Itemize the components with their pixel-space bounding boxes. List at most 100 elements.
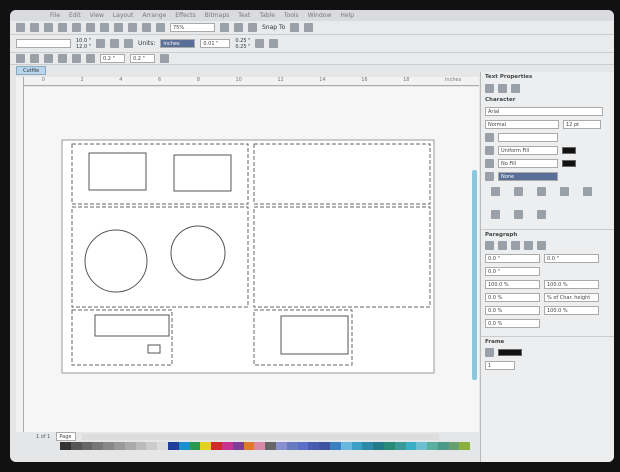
color-swatch[interactable]	[60, 442, 71, 450]
color-swatch[interactable]	[362, 442, 374, 450]
ligature-icon[interactable]	[583, 187, 592, 196]
font-size-dropdown[interactable]: 12 pt	[563, 120, 601, 129]
paper-size-dropdown[interactable]	[16, 39, 71, 48]
character-tab-icon[interactable]	[485, 84, 494, 93]
tool-icon[interactable]	[16, 54, 25, 63]
color-swatch[interactable]	[167, 442, 179, 450]
color-swatch[interactable]	[243, 442, 255, 450]
menu-table[interactable]: Table	[259, 12, 275, 19]
background-fill-dropdown[interactable]: No Fill	[498, 159, 558, 168]
color-swatch[interactable]	[211, 442, 222, 450]
swash-icon[interactable]	[491, 210, 500, 219]
color-swatch[interactable]	[221, 442, 233, 450]
color-palette[interactable]	[60, 442, 471, 450]
offset-x[interactable]: 0.2 "	[100, 54, 125, 63]
tool-icon[interactable]	[72, 54, 81, 63]
color-swatch[interactable]	[459, 442, 471, 450]
frame-tab-icon[interactable]	[511, 84, 520, 93]
rulers-icon[interactable]	[234, 23, 243, 32]
zoom-level[interactable]: 75%	[170, 23, 215, 32]
color-swatch[interactable]	[373, 442, 384, 450]
cut-icon[interactable]	[58, 23, 67, 32]
color-swatch[interactable]	[340, 442, 352, 450]
tool-icon[interactable]	[30, 54, 39, 63]
menu-help[interactable]: Help	[340, 12, 354, 19]
font-dropdown[interactable]: Arial	[485, 107, 603, 116]
magnify-icon[interactable]	[160, 54, 169, 63]
document-tab[interactable]: Cutfile	[16, 66, 47, 75]
menu-layout[interactable]: Layout	[113, 12, 133, 19]
color-swatch[interactable]	[135, 442, 147, 450]
all-pages-icon[interactable]	[124, 39, 134, 48]
print-icon[interactable]	[44, 23, 53, 32]
menu-effects[interactable]: Effects	[175, 12, 195, 19]
menu-tools[interactable]: Tools	[284, 12, 299, 19]
ordinal-icon[interactable]	[560, 187, 569, 196]
fraction-icon[interactable]	[537, 210, 546, 219]
superscript-icon[interactable]	[491, 187, 500, 196]
color-swatch[interactable]	[200, 442, 212, 450]
color-swatch[interactable]	[113, 442, 125, 450]
redo-icon[interactable]	[114, 23, 123, 32]
justify-icon[interactable]	[537, 241, 546, 250]
color-swatch[interactable]	[232, 442, 244, 450]
fill-type-dropdown[interactable]: Uniform Fill	[498, 146, 558, 155]
outline-dropdown[interactable]: None	[498, 172, 558, 181]
color-swatch[interactable]	[427, 442, 438, 450]
page-tab[interactable]: Page 1	[56, 432, 77, 448]
drawing-canvas[interactable]	[24, 87, 479, 432]
save-icon[interactable]	[30, 23, 39, 32]
menu-edit[interactable]: Edit	[69, 12, 81, 19]
fill-color-swatch[interactable]	[562, 147, 576, 154]
zoom-tool-icon[interactable]	[255, 39, 265, 48]
offset-y[interactable]: 0.2 "	[130, 54, 155, 63]
menu-file[interactable]: File	[50, 12, 60, 19]
word-spacing[interactable]: 100.0 %	[544, 306, 599, 315]
color-swatch[interactable]	[394, 442, 406, 450]
undo-icon[interactable]	[100, 23, 109, 32]
tool-icon[interactable]	[58, 54, 67, 63]
right-indent[interactable]: 0.0 "	[485, 267, 540, 276]
font-style-dropdown[interactable]: Normal	[485, 120, 559, 129]
snap-to-dropdown[interactable]: Snap To	[262, 24, 285, 31]
color-swatch[interactable]	[103, 442, 114, 450]
new-icon[interactable]	[16, 23, 25, 32]
underline-field[interactable]	[498, 133, 558, 142]
line-spacing[interactable]: 0.0 %	[485, 293, 540, 302]
first-line-indent[interactable]: 0.0 "	[544, 254, 599, 263]
tool-icon[interactable]	[44, 54, 53, 63]
color-swatch[interactable]	[286, 442, 298, 450]
color-swatch[interactable]	[319, 442, 330, 450]
background-color-swatch[interactable]	[562, 160, 576, 167]
color-swatch[interactable]	[308, 442, 320, 450]
horizontal-scrollbar[interactable]	[82, 433, 439, 440]
color-swatch[interactable]	[297, 442, 309, 450]
color-swatch[interactable]	[416, 442, 428, 450]
paragraph-header[interactable]: Paragraph	[481, 229, 614, 239]
options-icon[interactable]	[304, 23, 314, 32]
duplicate-y[interactable]: 0.25 "	[235, 44, 250, 50]
space-after[interactable]: 100.0 %	[544, 280, 599, 289]
color-swatch[interactable]	[275, 442, 287, 450]
launcher-icon[interactable]	[156, 23, 165, 32]
frame-color-swatch[interactable]	[498, 349, 522, 356]
color-swatch[interactable]	[70, 442, 82, 450]
vertical-scrollbar[interactable]	[472, 170, 477, 380]
paste-icon[interactable]	[86, 23, 95, 32]
caps-icon[interactable]	[537, 187, 546, 196]
color-swatch[interactable]	[448, 442, 460, 450]
import-icon[interactable]	[128, 23, 137, 32]
columns-field[interactable]: 1	[485, 361, 515, 370]
color-swatch[interactable]	[81, 442, 93, 450]
stylistic-icon[interactable]	[514, 210, 523, 219]
align-center-icon[interactable]	[511, 241, 520, 250]
align-left-icon[interactable]	[498, 241, 507, 250]
add-icon[interactable]	[269, 39, 279, 48]
frame-header[interactable]: Frame	[481, 336, 614, 346]
subscript-icon[interactable]	[514, 187, 523, 196]
menu-view[interactable]: View	[90, 12, 104, 19]
space-before[interactable]: 100.0 %	[485, 280, 540, 289]
character-header[interactable]: Character	[481, 95, 614, 105]
align-right-icon[interactable]	[524, 241, 533, 250]
full-screen-icon[interactable]	[220, 23, 229, 32]
